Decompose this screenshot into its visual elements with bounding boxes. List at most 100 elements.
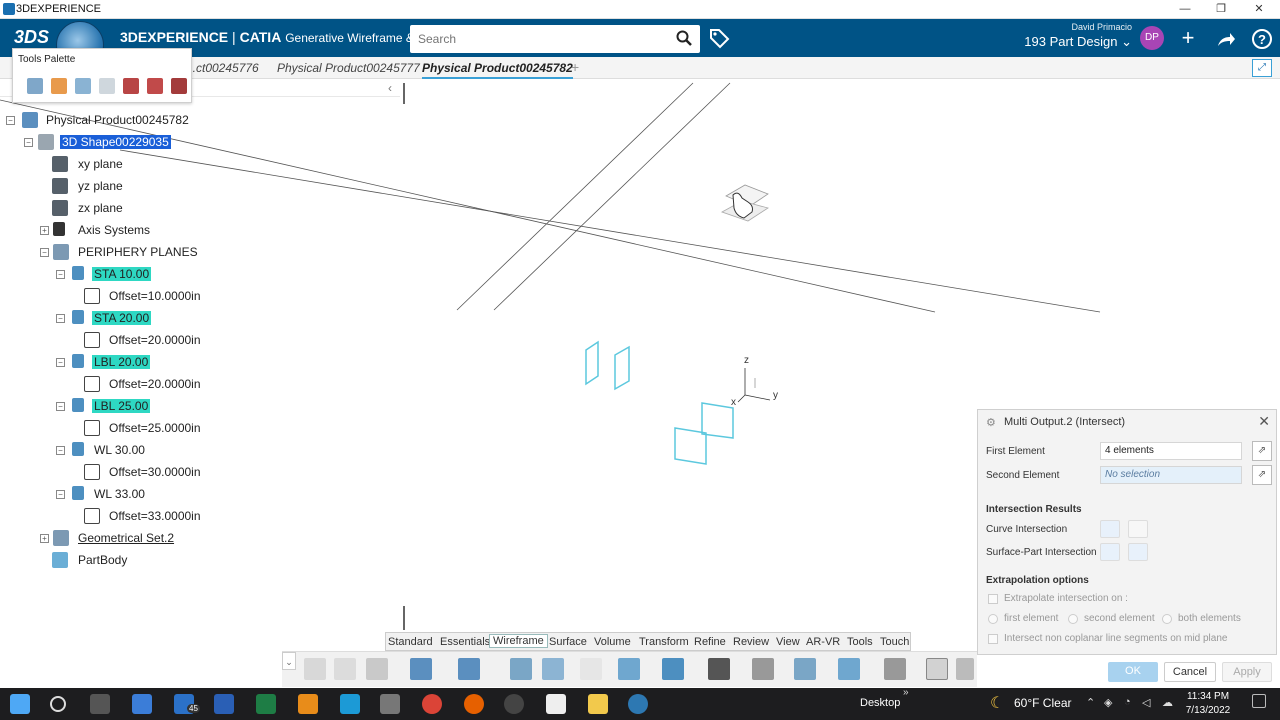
- desktop-label[interactable]: Desktop: [860, 697, 900, 709]
- tab-view[interactable]: View: [776, 636, 800, 648]
- store-icon[interactable]: [132, 694, 152, 714]
- maximize-button[interactable]: ❐: [1202, 0, 1240, 19]
- second-element-radio[interactable]: [1068, 614, 1078, 624]
- search-icon[interactable]: [676, 30, 692, 46]
- circle-icon[interactable]: [794, 658, 816, 680]
- tab-touch[interactable]: Touch: [880, 636, 909, 648]
- task-view-icon[interactable]: [90, 694, 110, 714]
- tab-product-00245777[interactable]: Physical Product00245777: [277, 61, 420, 75]
- apply-button[interactable]: Apply: [1222, 662, 1272, 682]
- wifi-icon[interactable]: ◔: [1124, 696, 1131, 708]
- tab-essentials[interactable]: Essentials: [440, 636, 490, 648]
- chevron-icon[interactable]: »: [903, 687, 909, 698]
- app-icon[interactable]: [504, 694, 524, 714]
- excel-icon[interactable]: [256, 694, 276, 714]
- tab-review[interactable]: Review: [733, 636, 769, 648]
- tab-transform[interactable]: Transform: [639, 636, 689, 648]
- palette-tool-2-icon[interactable]: [51, 78, 67, 94]
- chrome-icon[interactable]: [422, 694, 442, 714]
- tray-up-icon[interactable]: ⌃: [1086, 696, 1095, 709]
- minimize-button[interactable]: —: [1166, 0, 1204, 19]
- intersect-dialog[interactable]: ⚙ Multi Output.2 (Intersect) ✕ First Ele…: [977, 409, 1277, 655]
- intersect-tool-icon[interactable]: [926, 658, 948, 680]
- projection-icon[interactable]: [884, 658, 906, 680]
- palette-tool-5-icon[interactable]: [123, 78, 139, 94]
- avatar[interactable]: DP: [1140, 26, 1164, 50]
- windows-start-icon[interactable]: [10, 694, 30, 714]
- sta-plane-shape[interactable]: [585, 340, 599, 386]
- firefox-icon[interactable]: [464, 694, 484, 714]
- user-menu[interactable]: David Primacio 193 Part Design ⌄: [1020, 22, 1132, 50]
- share-icon[interactable]: [1214, 27, 1238, 51]
- undo-icon[interactable]: [410, 658, 432, 680]
- both-elements-radio[interactable]: [1162, 614, 1172, 624]
- cloud-icon[interactable]: ☁: [1162, 696, 1173, 709]
- tab-tools[interactable]: Tools: [847, 636, 873, 648]
- weather-text[interactable]: 60°F Clear: [1014, 696, 1072, 710]
- search-box[interactable]: [410, 25, 700, 53]
- network-icon[interactable]: ◈: [1104, 696, 1112, 709]
- point-option-icon[interactable]: [1128, 520, 1148, 538]
- add-tab-button[interactable]: +: [571, 59, 579, 75]
- tab-ar-vr[interactable]: AR-VR: [806, 636, 840, 648]
- cancel-button[interactable]: Cancel: [1164, 662, 1216, 682]
- second-element-field[interactable]: No selection: [1100, 466, 1242, 484]
- grid-icon[interactable]: [752, 658, 774, 680]
- palette-tool-1-icon[interactable]: [27, 78, 43, 94]
- part-option-icon[interactable]: [1128, 543, 1148, 561]
- surface-option-icon[interactable]: [1100, 543, 1120, 561]
- update-icon[interactable]: [458, 658, 480, 680]
- edge-icon[interactable]: [340, 694, 360, 714]
- extrapolate-checkbox[interactable]: [988, 594, 998, 604]
- second-element-select-icon[interactable]: ⇗: [1252, 465, 1272, 485]
- tab-volume[interactable]: Volume: [594, 636, 631, 648]
- tag-icon[interactable]: [708, 27, 730, 49]
- point-icon[interactable]: [580, 658, 602, 680]
- cut-icon[interactable]: [304, 658, 326, 680]
- palette-tool-6-icon[interactable]: [147, 78, 163, 94]
- sketch-icon[interactable]: [510, 658, 532, 680]
- line-icon[interactable]: [618, 658, 640, 680]
- sta-plane-shape[interactable]: [614, 345, 630, 391]
- help-icon[interactable]: ?: [1250, 27, 1274, 51]
- calculator-icon[interactable]: [380, 694, 400, 714]
- first-element-radio[interactable]: [988, 614, 998, 624]
- tab-product-00245776[interactable]: ...ct00245776: [186, 61, 259, 75]
- plane-tool-icon[interactable]: [662, 658, 684, 680]
- tab-refine[interactable]: Refine: [694, 636, 726, 648]
- file-explorer-icon[interactable]: [588, 694, 608, 714]
- search-taskbar-icon[interactable]: [50, 696, 66, 712]
- lbl-plane-shape[interactable]: [701, 402, 734, 439]
- tools-palette[interactable]: Tools Palette: [12, 48, 192, 103]
- word-icon[interactable]: [214, 694, 234, 714]
- spline-icon[interactable]: [838, 658, 860, 680]
- lbl-plane-shape[interactable]: [674, 427, 707, 465]
- copy-icon[interactable]: [334, 658, 356, 680]
- search-input[interactable]: [410, 25, 660, 53]
- close-window-button[interactable]: ✕: [1240, 0, 1278, 19]
- palette-tool-7-icon[interactable]: [171, 78, 187, 94]
- curve-option-icon[interactable]: [1100, 520, 1120, 538]
- tab-product-00245782[interactable]: Physical Product00245782: [422, 61, 573, 79]
- tab-wireframe[interactable]: Wireframe: [489, 634, 548, 648]
- palette-tool-4-icon[interactable]: [99, 78, 115, 94]
- collapse-tree-icon[interactable]: ‹: [388, 81, 392, 95]
- vlc-icon[interactable]: [298, 694, 318, 714]
- tab-standard[interactable]: Standard: [388, 636, 433, 648]
- notification-icon[interactable]: [1252, 694, 1266, 708]
- paste-icon[interactable]: [366, 658, 388, 680]
- first-element-field[interactable]: 4 elements: [1100, 442, 1242, 460]
- fullscreen-button[interactable]: ⤢: [1252, 59, 1272, 77]
- geoset-tool-icon[interactable]: [542, 658, 564, 680]
- volume-icon[interactable]: ◁: [1142, 696, 1150, 709]
- 3dexperience-taskbar-icon[interactable]: [628, 694, 648, 714]
- first-element-select-icon[interactable]: ⇗: [1252, 441, 1272, 461]
- tab-surface[interactable]: Surface: [549, 636, 587, 648]
- axis-tool-icon[interactable]: [708, 658, 730, 680]
- role-selector[interactable]: 193 Part Design ⌄: [1020, 34, 1132, 50]
- ok-button[interactable]: OK: [1108, 662, 1158, 682]
- clock[interactable]: 11:34 PM 7/13/2022: [1178, 690, 1238, 718]
- plus-icon[interactable]: +: [1176, 27, 1200, 51]
- more-tools-icon[interactable]: [956, 658, 974, 680]
- close-icon[interactable]: ✕: [1258, 413, 1270, 430]
